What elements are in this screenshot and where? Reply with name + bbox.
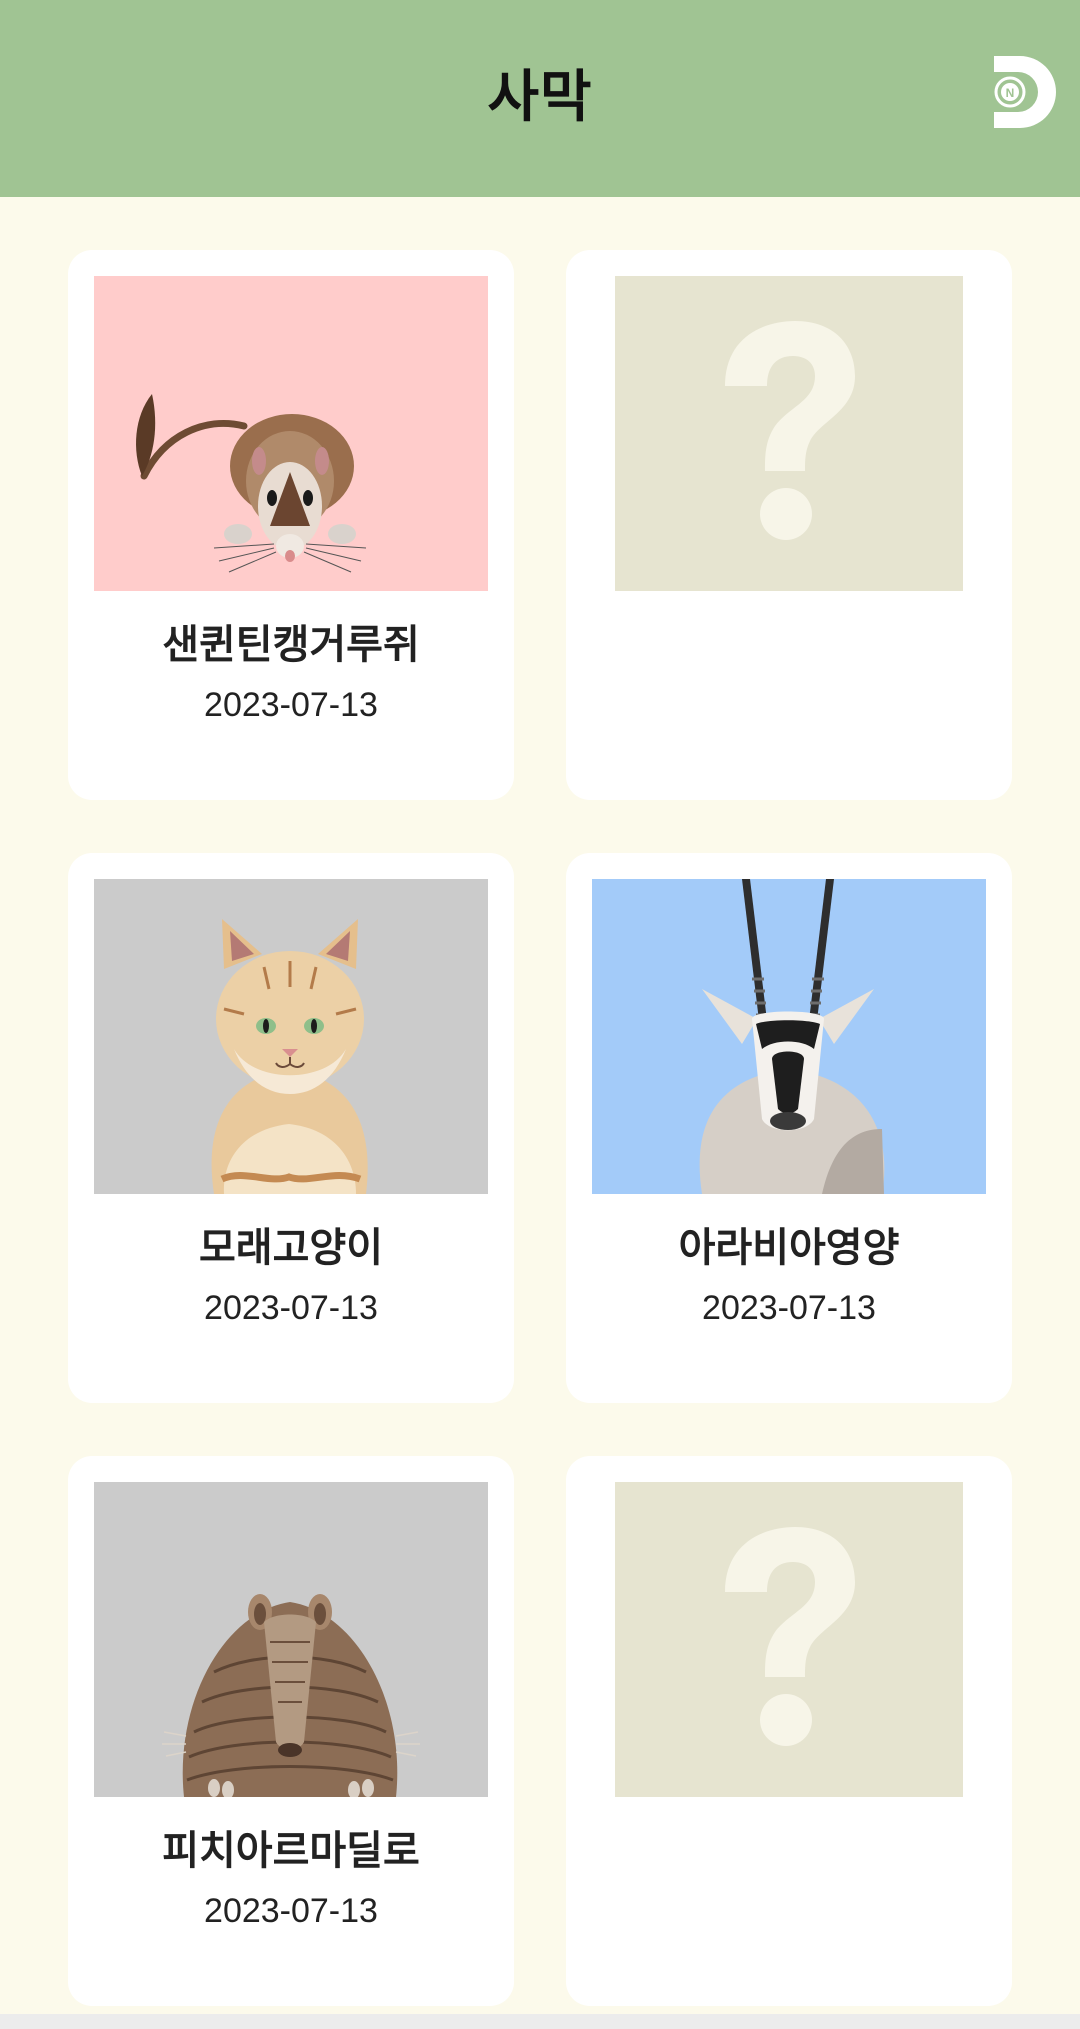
collected-date: 2023-07-13 bbox=[204, 686, 378, 724]
locked-animal-card[interactable] bbox=[566, 250, 1012, 800]
animal-card[interactable]: 모래고양이 2023-07-13 bbox=[68, 853, 514, 1403]
animal-card[interactable]: 피치아르마딜로 2023-07-13 bbox=[68, 1456, 514, 2006]
question-mark-icon bbox=[615, 276, 963, 591]
page-title: 사막 bbox=[487, 65, 593, 130]
collected-date: 2023-07-13 bbox=[702, 1289, 876, 1327]
d-logo-icon[interactable]: N bbox=[982, 52, 1062, 132]
collected-date: 2023-07-13 bbox=[204, 1289, 378, 1327]
kangaroo-rat-image bbox=[94, 276, 488, 591]
pichi-armadillo-image bbox=[94, 1482, 488, 1797]
svg-text:N: N bbox=[1006, 86, 1015, 100]
animal-name: 아라비아영양 bbox=[678, 1225, 900, 1271]
locked-animal-card[interactable] bbox=[566, 1456, 1012, 2006]
app-bar: 사막 N bbox=[0, 0, 1080, 197]
animal-card[interactable]: 아라비아영양 2023-07-13 bbox=[566, 853, 1012, 1403]
bottom-edge bbox=[0, 2014, 1080, 2029]
arabian-oryx-image bbox=[592, 879, 986, 1194]
animal-name: 모래고양이 bbox=[199, 1225, 383, 1271]
question-mark-icon bbox=[615, 1482, 963, 1797]
animal-name: 피치아르마딜로 bbox=[162, 1828, 420, 1874]
animal-card[interactable]: 샌퀸틴캥거루쥐 2023-07-13 bbox=[68, 250, 514, 800]
animal-name: 샌퀸틴캥거루쥐 bbox=[162, 622, 420, 668]
collected-date: 2023-07-13 bbox=[204, 1892, 378, 1930]
sand-cat-image bbox=[94, 879, 488, 1194]
